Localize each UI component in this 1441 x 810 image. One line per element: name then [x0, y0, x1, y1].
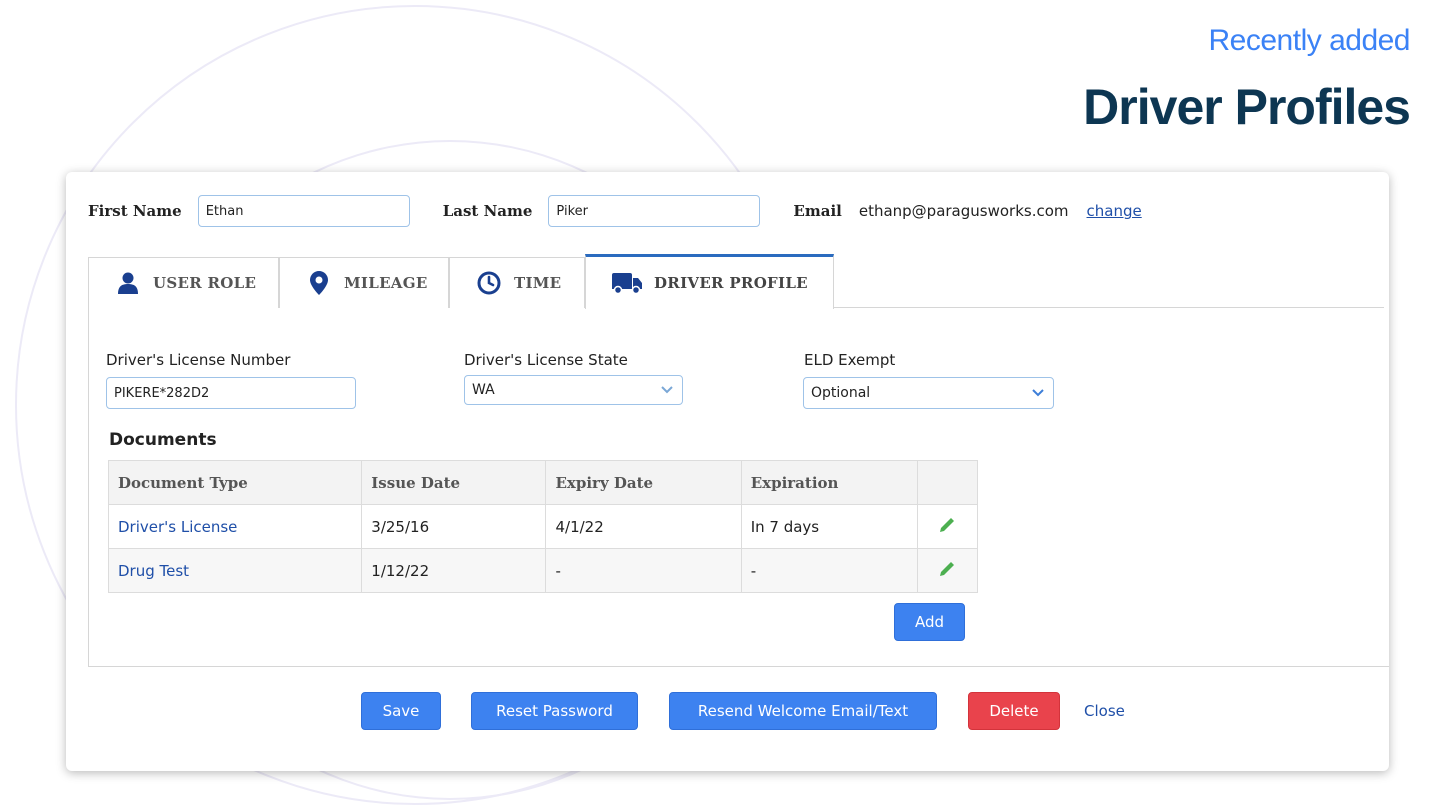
column-header-issue-date: Issue Date: [361, 460, 547, 505]
column-header-document-type: Document Type: [107, 460, 363, 505]
edit-cell: [916, 504, 979, 549]
eld-exempt-value: Optional: [811, 385, 871, 401]
document-type-cell: Drug Test: [107, 548, 363, 593]
document-type-link[interactable]: Driver's License: [118, 518, 237, 536]
eld-exempt-select[interactable]: Optional: [803, 377, 1054, 409]
document-type-cell: Driver's License: [107, 504, 363, 549]
expiry-date-cell: -: [545, 548, 742, 593]
tab-mileage-label: MILEAGE: [344, 274, 428, 292]
license-state-value: WA: [472, 382, 495, 398]
first-name-input[interactable]: [197, 195, 410, 227]
delete-button[interactable]: Delete: [968, 692, 1060, 730]
documents-table: Document Type Issue Date Expiry Date Exp…: [107, 460, 979, 593]
table-header-row: Document Type Issue Date Expiry Date Exp…: [107, 460, 979, 505]
first-name-label: First Name: [88, 202, 182, 220]
tab-time[interactable]: TIME: [449, 257, 585, 308]
email-value: ethanp@paragusworks.com: [858, 202, 1069, 220]
add-document-button[interactable]: Add: [894, 603, 965, 641]
license-state-label: Driver's License State: [464, 351, 628, 369]
clock-icon: [476, 270, 502, 296]
last-name-label: Last Name: [442, 202, 533, 220]
expiration-cell: In 7 days: [740, 504, 918, 549]
tab-user-role[interactable]: USER ROLE: [88, 257, 279, 308]
license-number-label: Driver's License Number: [106, 351, 291, 369]
pencil-icon[interactable]: [938, 561, 956, 582]
driver-profile-panel: Driver's License Number Driver's License…: [88, 308, 1389, 667]
license-state-select[interactable]: WA: [464, 375, 683, 405]
hero-subtitle: Recently added: [1208, 24, 1411, 57]
name-email-row: First Name Last Name Email ethanp@paragu…: [88, 194, 1379, 228]
user-icon: [115, 270, 141, 296]
chevron-down-icon: [1023, 378, 1053, 408]
issue-date-cell: 1/12/22: [361, 548, 547, 593]
close-link[interactable]: Close: [1084, 702, 1125, 720]
driver-profile-card: First Name Last Name Email ethanp@paragu…: [66, 172, 1389, 771]
email-label: Email: [793, 202, 842, 220]
tab-driver-profile-label: DRIVER PROFILE: [654, 274, 808, 292]
change-email-link[interactable]: change: [1087, 202, 1142, 220]
table-row: Drug Test 1/12/22 - -: [107, 548, 979, 593]
expiry-date-cell: 4/1/22: [545, 504, 742, 549]
save-button[interactable]: Save: [361, 692, 441, 730]
reset-password-button[interactable]: Reset Password: [471, 692, 638, 730]
truck-icon: [612, 270, 642, 296]
hero-title: Driver Profiles: [1083, 79, 1411, 135]
tab-driver-profile[interactable]: DRIVER PROFILE: [585, 254, 834, 309]
table-row: Driver's License 3/25/16 4/1/22 In 7 day…: [107, 504, 979, 549]
expiration-cell: -: [740, 548, 918, 593]
chevron-down-icon: [652, 376, 682, 404]
tab-time-label: TIME: [514, 274, 562, 292]
last-name-input[interactable]: [548, 195, 761, 227]
tab-mileage[interactable]: MILEAGE: [279, 257, 449, 308]
pencil-icon[interactable]: [938, 517, 956, 538]
documents-heading: Documents: [109, 430, 217, 450]
column-header-expiration: Expiration: [740, 460, 918, 505]
issue-date-cell: 3/25/16: [361, 504, 547, 549]
column-header-actions: [916, 460, 979, 505]
column-header-expiry-date: Expiry Date: [545, 460, 742, 505]
tab-user-role-label: USER ROLE: [153, 274, 257, 292]
edit-cell: [916, 548, 979, 593]
map-pin-icon: [306, 270, 332, 296]
eld-exempt-label: ELD Exempt: [804, 351, 896, 369]
profile-tabs: USER ROLE MILEAGE TIME DRIVER PROFILE: [88, 254, 1384, 309]
document-type-link[interactable]: Drug Test: [118, 562, 189, 580]
resend-welcome-button[interactable]: Resend Welcome Email/Text: [669, 692, 937, 730]
license-number-input[interactable]: [106, 377, 356, 409]
